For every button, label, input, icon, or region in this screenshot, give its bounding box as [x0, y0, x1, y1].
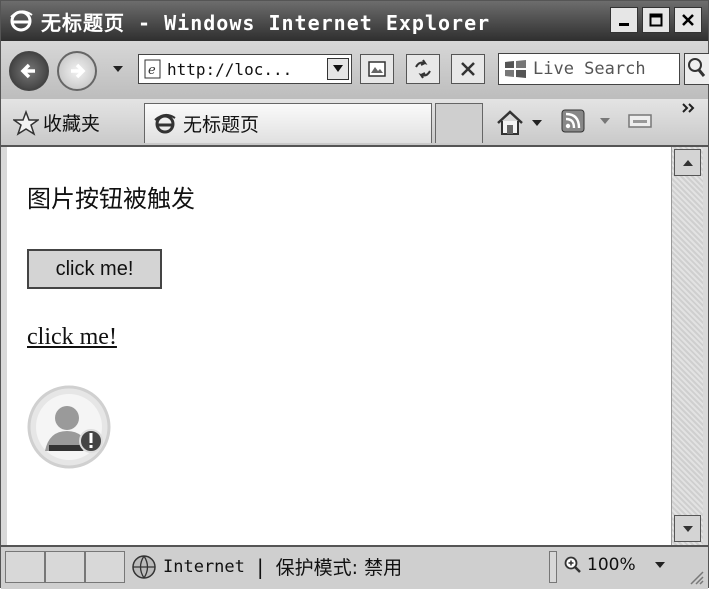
- chevron-double-right-icon: [682, 103, 695, 113]
- scroll-down-button[interactable]: [674, 515, 701, 542]
- zone-separator: |: [256, 554, 264, 579]
- search-icon: [688, 58, 706, 77]
- chevron-down-icon: [654, 562, 665, 568]
- status-panel: [45, 551, 85, 583]
- close-button[interactable]: [674, 7, 702, 33]
- url-dropdown-button[interactable]: [327, 58, 349, 80]
- click-me-link[interactable]: click me!: [27, 324, 117, 351]
- globe-icon: [132, 554, 156, 579]
- svg-text:e: e: [148, 63, 156, 78]
- search-button[interactable]: [684, 53, 709, 85]
- chevron-down-icon: [600, 118, 610, 124]
- page-heading: 图片按钮被触发: [27, 185, 195, 213]
- new-tab-button[interactable]: [435, 103, 483, 143]
- maximize-button[interactable]: [642, 7, 670, 33]
- live-search-logo-icon: [505, 60, 526, 78]
- address-field[interactable]: e http://loc...: [138, 54, 352, 84]
- user-avatar-icon: [27, 385, 111, 469]
- chevron-down-icon: [532, 120, 542, 126]
- status-panel: [85, 551, 125, 583]
- favorites-label: 收藏夹: [43, 113, 101, 135]
- back-button[interactable]: [9, 51, 49, 91]
- refresh-button[interactable]: [406, 54, 440, 84]
- page-viewport: 图片按钮被触发 click me! click me!: [7, 147, 671, 545]
- favorites-button[interactable]: 收藏夹: [13, 109, 100, 136]
- print-button[interactable]: [627, 109, 653, 131]
- star-icon: [13, 109, 39, 136]
- chevron-up-icon: [682, 159, 693, 166]
- forward-button[interactable]: [57, 51, 97, 91]
- resize-grip-icon[interactable]: [688, 569, 704, 585]
- close-icon: [682, 14, 694, 26]
- ie-window: 无标题页 - Windows Internet Explorer e http:…: [0, 0, 709, 589]
- home-icon: [497, 110, 523, 135]
- security-zone[interactable]: Internet | 保护模式: 禁用: [131, 553, 402, 580]
- stop-icon: [461, 62, 475, 76]
- zone-name: Internet: [163, 556, 245, 577]
- status-panel: [5, 551, 45, 583]
- status-bar: Internet | 保护模式: 禁用 100%: [1, 545, 708, 589]
- tab-active[interactable]: 无标题页: [144, 103, 432, 143]
- protected-mode-status: 保护模式: 禁用: [275, 557, 403, 579]
- print-icon: [628, 114, 652, 128]
- refresh-icon: [415, 59, 431, 79]
- tab-title: 无标题页: [183, 114, 260, 136]
- chevron-down-icon: [682, 525, 693, 532]
- favorites-bar: 收藏夹 无标题页: [1, 99, 708, 147]
- stop-button[interactable]: [451, 54, 485, 84]
- forward-arrow-icon: [71, 63, 86, 79]
- history-dropdown[interactable]: [113, 66, 123, 72]
- compat-view-icon: [368, 61, 386, 77]
- feeds-button[interactable]: [561, 109, 611, 133]
- url-text: http://loc...: [167, 59, 293, 79]
- vertical-scrollbar[interactable]: [671, 147, 703, 545]
- ie-tab-icon: [154, 113, 176, 133]
- minimize-icon: [619, 23, 629, 26]
- window-title: 无标题页 - Windows Internet Explorer: [41, 10, 491, 35]
- chevron-down-icon: [333, 65, 343, 72]
- image-button[interactable]: [27, 385, 111, 469]
- search-field[interactable]: Live Search: [498, 53, 680, 85]
- minimize-button[interactable]: [610, 7, 638, 33]
- scroll-up-button[interactable]: [674, 149, 701, 176]
- zoom-control[interactable]: 100%: [563, 555, 666, 575]
- window-controls: [610, 7, 702, 33]
- rss-feed-icon: [561, 109, 585, 133]
- title-bar[interactable]: 无标题页 - Windows Internet Explorer: [1, 1, 708, 41]
- compatibility-button[interactable]: [360, 54, 394, 84]
- home-button[interactable]: [495, 109, 543, 137]
- more-tools-button[interactable]: [681, 101, 697, 117]
- address-toolbar: e http://loc... Live Search: [1, 41, 709, 100]
- back-arrow-icon: [20, 63, 35, 79]
- ie-logo-icon: [10, 10, 33, 32]
- search-placeholder: Live Search: [533, 59, 646, 79]
- click-me-button[interactable]: click me!: [27, 249, 162, 289]
- page-icon: e: [144, 59, 161, 79]
- magnifier-icon: [564, 556, 581, 573]
- maximize-icon: [649, 13, 663, 27]
- status-divider: [549, 551, 557, 583]
- zoom-level: 100%: [587, 555, 636, 575]
